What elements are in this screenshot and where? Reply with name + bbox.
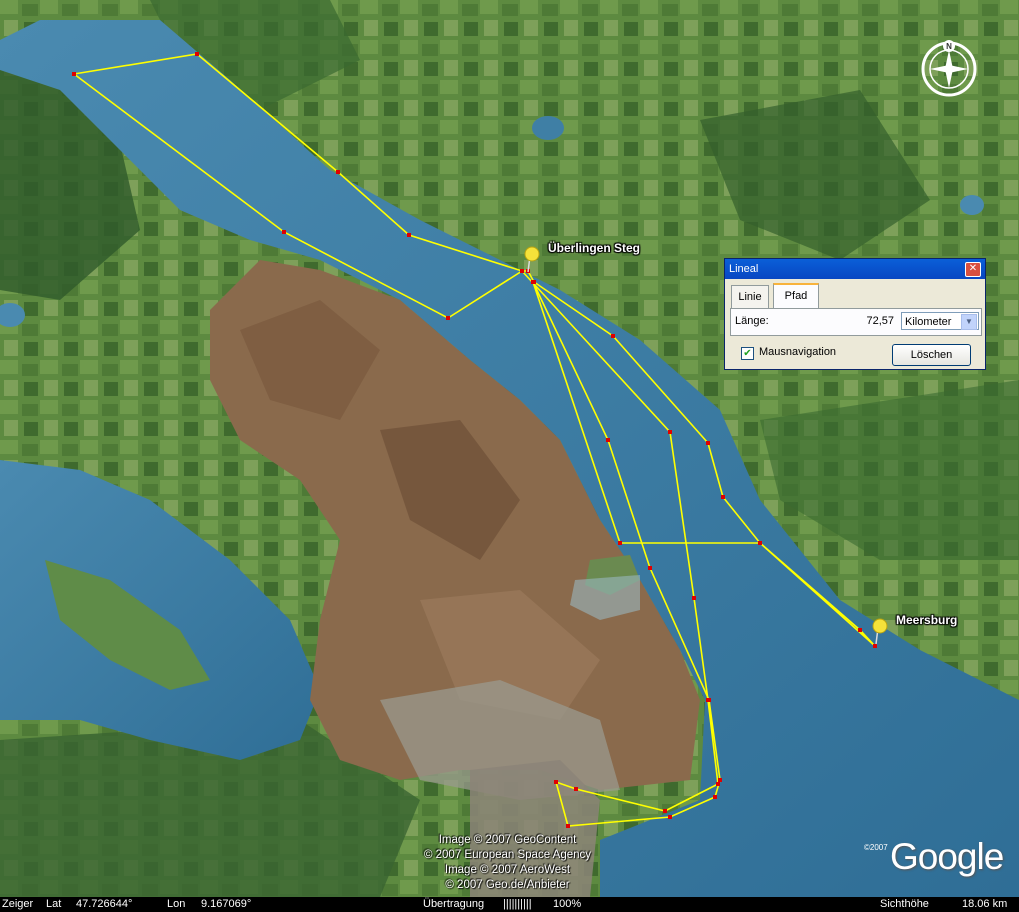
length-panel: Länge: 72,57 Kilometer ▼ <box>730 308 982 336</box>
lon-label: Lon <box>167 898 186 910</box>
streaming-value: 100% <box>553 898 582 910</box>
path-vertex[interactable] <box>531 280 535 284</box>
lon-value: 9.167069° <box>201 898 252 910</box>
credit-line: © 2007 Geo.de/Anbieter <box>445 879 570 891</box>
tab-pfad[interactable]: Pfad <box>773 283 819 309</box>
close-icon[interactable]: ✕ <box>965 262 981 277</box>
eye-altitude-label: Sichthöhe <box>880 898 929 910</box>
status-bar: Zeiger Lat 47.726644° Lon 9.167069° Über… <box>0 897 1019 912</box>
path-vertex[interactable] <box>574 787 578 791</box>
path-vertex[interactable] <box>195 52 199 56</box>
path-vertex[interactable] <box>692 596 696 600</box>
credit-line: Image © 2007 AeroWest <box>444 864 571 876</box>
path-vertex[interactable] <box>72 72 76 76</box>
path-vertex[interactable] <box>858 628 862 632</box>
streaming-bar: |||||||||| <box>503 898 532 910</box>
path-vertex[interactable] <box>718 778 722 782</box>
tab-linie[interactable]: Linie <box>731 285 769 308</box>
path-vertex[interactable] <box>566 824 570 828</box>
path-vertex[interactable] <box>611 334 615 338</box>
mouse-navigation-checkbox[interactable]: ✔ <box>741 347 754 360</box>
lat-value: 47.726644° <box>76 898 133 910</box>
unit-select-value: Kilometer <box>905 316 952 328</box>
placemark-label-meersburg[interactable]: Meersburg <box>896 613 957 627</box>
ruler-titlebar[interactable]: Lineal ✕ <box>725 259 985 279</box>
path-vertex[interactable] <box>554 780 558 784</box>
path-vertex[interactable] <box>663 809 667 813</box>
path-vertex[interactable] <box>668 815 672 819</box>
path-vertex[interactable] <box>336 170 340 174</box>
ruler-dialog: Lineal ✕ Linie Pfad Länge: 72,57 Kilomet… <box>724 258 986 370</box>
small-lake <box>532 116 564 140</box>
ruler-title: Lineal <box>729 263 759 275</box>
path-vertex[interactable] <box>873 644 877 648</box>
path-vertex[interactable] <box>668 430 672 434</box>
streaming-label: Übertragung <box>423 898 485 910</box>
placemark-label-ueberlingen[interactable]: Überlingen Steg <box>548 241 640 255</box>
mouse-navigation-label: Mausnavigation <box>759 346 837 358</box>
google-logo: Google <box>890 836 1004 877</box>
path-vertex[interactable] <box>758 541 762 545</box>
path-vertex[interactable] <box>606 438 610 442</box>
length-value: 72,57 <box>866 315 894 327</box>
length-label: Länge: <box>735 315 769 327</box>
path-vertex[interactable] <box>721 495 725 499</box>
path-vertex[interactable] <box>706 698 710 702</box>
eye-altitude-value: 18.06 km <box>962 898 1008 910</box>
path-vertex[interactable] <box>520 269 524 273</box>
path-vertex[interactable] <box>446 316 450 320</box>
path-vertex[interactable] <box>713 795 717 799</box>
pointer-label: Zeiger <box>2 898 34 910</box>
small-lake <box>960 195 984 215</box>
path-vertex[interactable] <box>716 782 720 786</box>
credit-line: © 2007 European Space Agency <box>423 849 592 861</box>
path-vertex[interactable] <box>648 566 652 570</box>
credit-line: Image © 2007 GeoContent <box>438 834 577 846</box>
unit-select[interactable]: Kilometer ▼ <box>901 312 979 330</box>
delete-button[interactable]: Löschen <box>892 344 971 366</box>
compass-icon[interactable]: N <box>918 38 980 100</box>
path-vertex[interactable] <box>407 233 411 237</box>
imagery-credits: Image © 2007 GeoContent © 2007 European … <box>395 833 620 893</box>
path-vertex[interactable] <box>618 541 622 545</box>
satellite-map[interactable] <box>0 0 1019 897</box>
path-vertex[interactable] <box>706 441 710 445</box>
lat-label: Lat <box>46 898 62 910</box>
compass-north-label: N <box>946 42 952 51</box>
path-vertex[interactable] <box>282 230 286 234</box>
logo-year: ©2007 <box>864 843 888 852</box>
chevron-down-icon[interactable]: ▼ <box>961 314 977 330</box>
